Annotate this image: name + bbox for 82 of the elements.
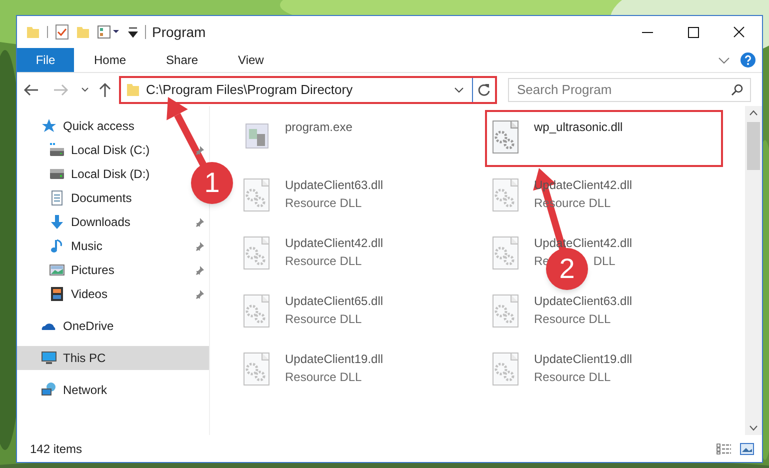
file-name: program.exe — [285, 119, 352, 136]
nav-item[interactable]: Local Disk (C:) — [17, 138, 185, 162]
expand-ribbon-icon[interactable] — [718, 56, 730, 64]
nav-label: Local Disk (D:) — [71, 166, 150, 183]
nav-icon — [49, 142, 65, 158]
nav-label: OneDrive — [63, 318, 114, 335]
file-type: Resource DLL — [534, 311, 611, 328]
nav-icon — [41, 350, 57, 366]
close-icon — [733, 26, 745, 38]
file-name: UpdateClient65.dll — [285, 293, 384, 310]
dropdown-icon[interactable] — [454, 86, 464, 92]
scroll-up-icon[interactable] — [749, 110, 758, 116]
file-name: wp_ultrasonic.dll — [534, 119, 623, 136]
file-type: Resource DLL — [285, 369, 362, 386]
ribbon-tab[interactable]: Share — [146, 48, 218, 72]
back-icon[interactable] — [23, 84, 39, 96]
address-path: C:\Program Files\Program Directory — [146, 80, 353, 99]
ribbon-tab[interactable]: Home — [74, 48, 146, 72]
nav-label: Local Disk (C:) — [71, 142, 150, 159]
file-type: Resource DLL — [534, 369, 611, 386]
scrollbar[interactable] — [745, 106, 762, 435]
ribbon-tab[interactable]: View — [218, 48, 284, 72]
help-icon[interactable] — [740, 52, 756, 68]
refresh-icon[interactable] — [477, 82, 491, 96]
address-bar[interactable]: C:\Program Files\Program Directory — [119, 76, 497, 104]
nav-icon — [49, 214, 65, 230]
nav-icon — [49, 190, 65, 206]
pin-icon[interactable] — [195, 242, 204, 250]
nav-label: Documents — [71, 190, 132, 207]
file-type: DLL — [593, 253, 616, 270]
pin-icon[interactable] — [195, 290, 204, 298]
scroll-thumb[interactable] — [747, 122, 760, 170]
details-view-icon[interactable] — [716, 442, 732, 454]
nav-item[interactable]: Downloads — [17, 210, 185, 234]
file-type: Resource DLL — [285, 195, 362, 212]
large-icons-view-icon[interactable] — [740, 442, 754, 454]
nav-label: Quick access — [63, 118, 134, 135]
nav-item[interactable]: Local Disk (D:) — [17, 162, 185, 186]
nav-label: Downloads — [71, 214, 130, 231]
nav-item[interactable]: Pictures — [17, 258, 185, 282]
nav-icon — [49, 286, 65, 302]
nav-icon — [41, 118, 57, 134]
nav-label: Network — [63, 382, 108, 399]
ribbon-tab[interactable]: File — [17, 48, 74, 72]
nav-item[interactable]: Quick access — [17, 114, 185, 138]
file-name: UpdateClient63.dll — [285, 177, 384, 194]
nav-item[interactable]: Documents — [17, 186, 185, 210]
file-item[interactable]: wp_ultrasonic.dll — [485, 110, 723, 167]
nav-label: Videos — [71, 286, 108, 303]
recent-locations-icon[interactable] — [81, 87, 89, 92]
nav-label: Pictures — [71, 262, 114, 279]
nav-item[interactable]: OneDrive — [17, 314, 185, 338]
search-field[interactable]: Search Program — [508, 78, 751, 102]
scroll-down-icon[interactable] — [749, 425, 758, 431]
file-type: Resource DLL — [285, 253, 362, 270]
file-name: UpdateClient19.dll — [534, 351, 632, 368]
view-options-icon[interactable] — [97, 25, 121, 39]
file-name: UpdateClient19.dll — [285, 351, 384, 368]
item-count: 142 items — [30, 440, 82, 458]
nav-label: This PC — [63, 350, 106, 367]
up-icon[interactable] — [99, 82, 111, 97]
window-title: Program — [152, 22, 206, 42]
nav-item[interactable]: Music — [17, 234, 185, 258]
properties-icon[interactable] — [55, 24, 69, 40]
customize-toolbar-icon[interactable] — [128, 26, 138, 38]
pin-icon[interactable] — [195, 218, 204, 226]
pin-icon[interactable] — [195, 146, 204, 154]
pin-icon[interactable] — [195, 266, 204, 274]
file-type: Resource DLL — [285, 311, 362, 328]
nav-item[interactable]: Network — [17, 378, 185, 402]
nav-icon — [49, 166, 65, 182]
maximize-icon — [688, 26, 698, 38]
file-name: UpdateClient63.dll — [534, 293, 632, 310]
nav-item[interactable]: This PC — [17, 346, 209, 370]
nav-label: Music — [71, 238, 102, 255]
search-icon — [731, 84, 743, 96]
nav-icon — [49, 238, 65, 254]
nav-item[interactable]: Videos — [17, 282, 185, 306]
folder-icon — [126, 82, 140, 96]
nav-icon — [41, 382, 57, 398]
file-name: UpdateClient42.dll — [285, 235, 384, 252]
nav-icon — [49, 262, 65, 278]
